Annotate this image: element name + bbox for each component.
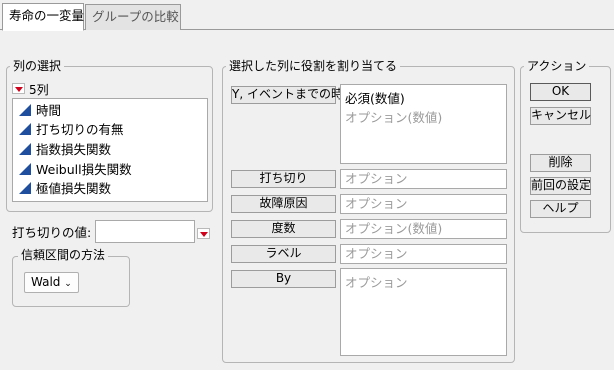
list-item[interactable]: 時間: [19, 102, 61, 120]
column-menu-red-triangle-icon[interactable]: [12, 83, 25, 94]
censor-value-input[interactable]: [95, 220, 195, 243]
list-item[interactable]: 極値損失関数: [19, 180, 111, 198]
remove-button[interactable]: 削除: [530, 154, 591, 172]
column-list: 時間 打ち切りの有無 指数損失関数 Weibull損失関数 極値損失関数: [12, 98, 208, 202]
roles-title: 選択した列に役割を割り当てる: [226, 59, 401, 73]
recall-button[interactable]: 前回の設定: [530, 177, 591, 195]
failure-cause-role-field[interactable]: オプション: [340, 194, 507, 214]
censor-menu-red-triangle-icon[interactable]: [197, 228, 210, 239]
column-count: 5列: [29, 83, 49, 97]
list-item[interactable]: 打ち切りの有無: [19, 121, 124, 139]
censor-role-field[interactable]: オプション: [340, 169, 507, 189]
ok-button[interactable]: OK: [530, 83, 591, 101]
label-role-field[interactable]: オプション: [340, 244, 507, 264]
failure-cause-role-button[interactable]: 故障原因: [231, 195, 336, 213]
by-role-box[interactable]: オプション: [340, 268, 507, 356]
censor-role-button[interactable]: 打ち切り: [231, 170, 336, 188]
y-optional-text: オプション(数値): [345, 110, 443, 125]
label-role-button[interactable]: ラベル: [231, 245, 336, 263]
tab-compare-groups[interactable]: グループの比較: [85, 4, 181, 30]
y-role-box[interactable]: 必須(数値) オプション(数値): [340, 84, 507, 164]
cancel-button[interactable]: キャンセル: [530, 107, 591, 125]
censor-value-label: 打ち切りの値:: [12, 225, 92, 240]
freq-role-field[interactable]: オプション(数値): [340, 219, 507, 239]
column-select-title: 列の選択: [10, 59, 65, 73]
by-role-button[interactable]: By: [231, 270, 336, 288]
freq-role-button[interactable]: 度数: [231, 220, 336, 238]
actions-title: アクション: [524, 59, 590, 73]
help-button[interactable]: ヘルプ: [530, 200, 591, 218]
list-item[interactable]: 指数損失関数: [19, 141, 111, 159]
y-required-text: 必須(数値): [345, 91, 405, 106]
continuous-icon: [19, 182, 31, 194]
y-time-to-event-button[interactable]: Y, イベントまでの時間: [231, 86, 355, 104]
by-optional-text: オプション: [345, 275, 408, 290]
continuous-icon: [19, 163, 31, 175]
continuous-icon: [19, 143, 31, 155]
chevron-down-icon: ⌄: [64, 279, 72, 289]
continuous-icon: [19, 123, 31, 135]
continuous-icon: [19, 104, 31, 116]
ci-method-select[interactable]: Wald ⌄: [24, 272, 79, 293]
ci-method-title: 信頼区間の方法: [18, 248, 109, 262]
tab-life-distribution[interactable]: 寿命の一変量: [2, 3, 84, 31]
list-item[interactable]: Weibull損失関数: [19, 161, 132, 179]
